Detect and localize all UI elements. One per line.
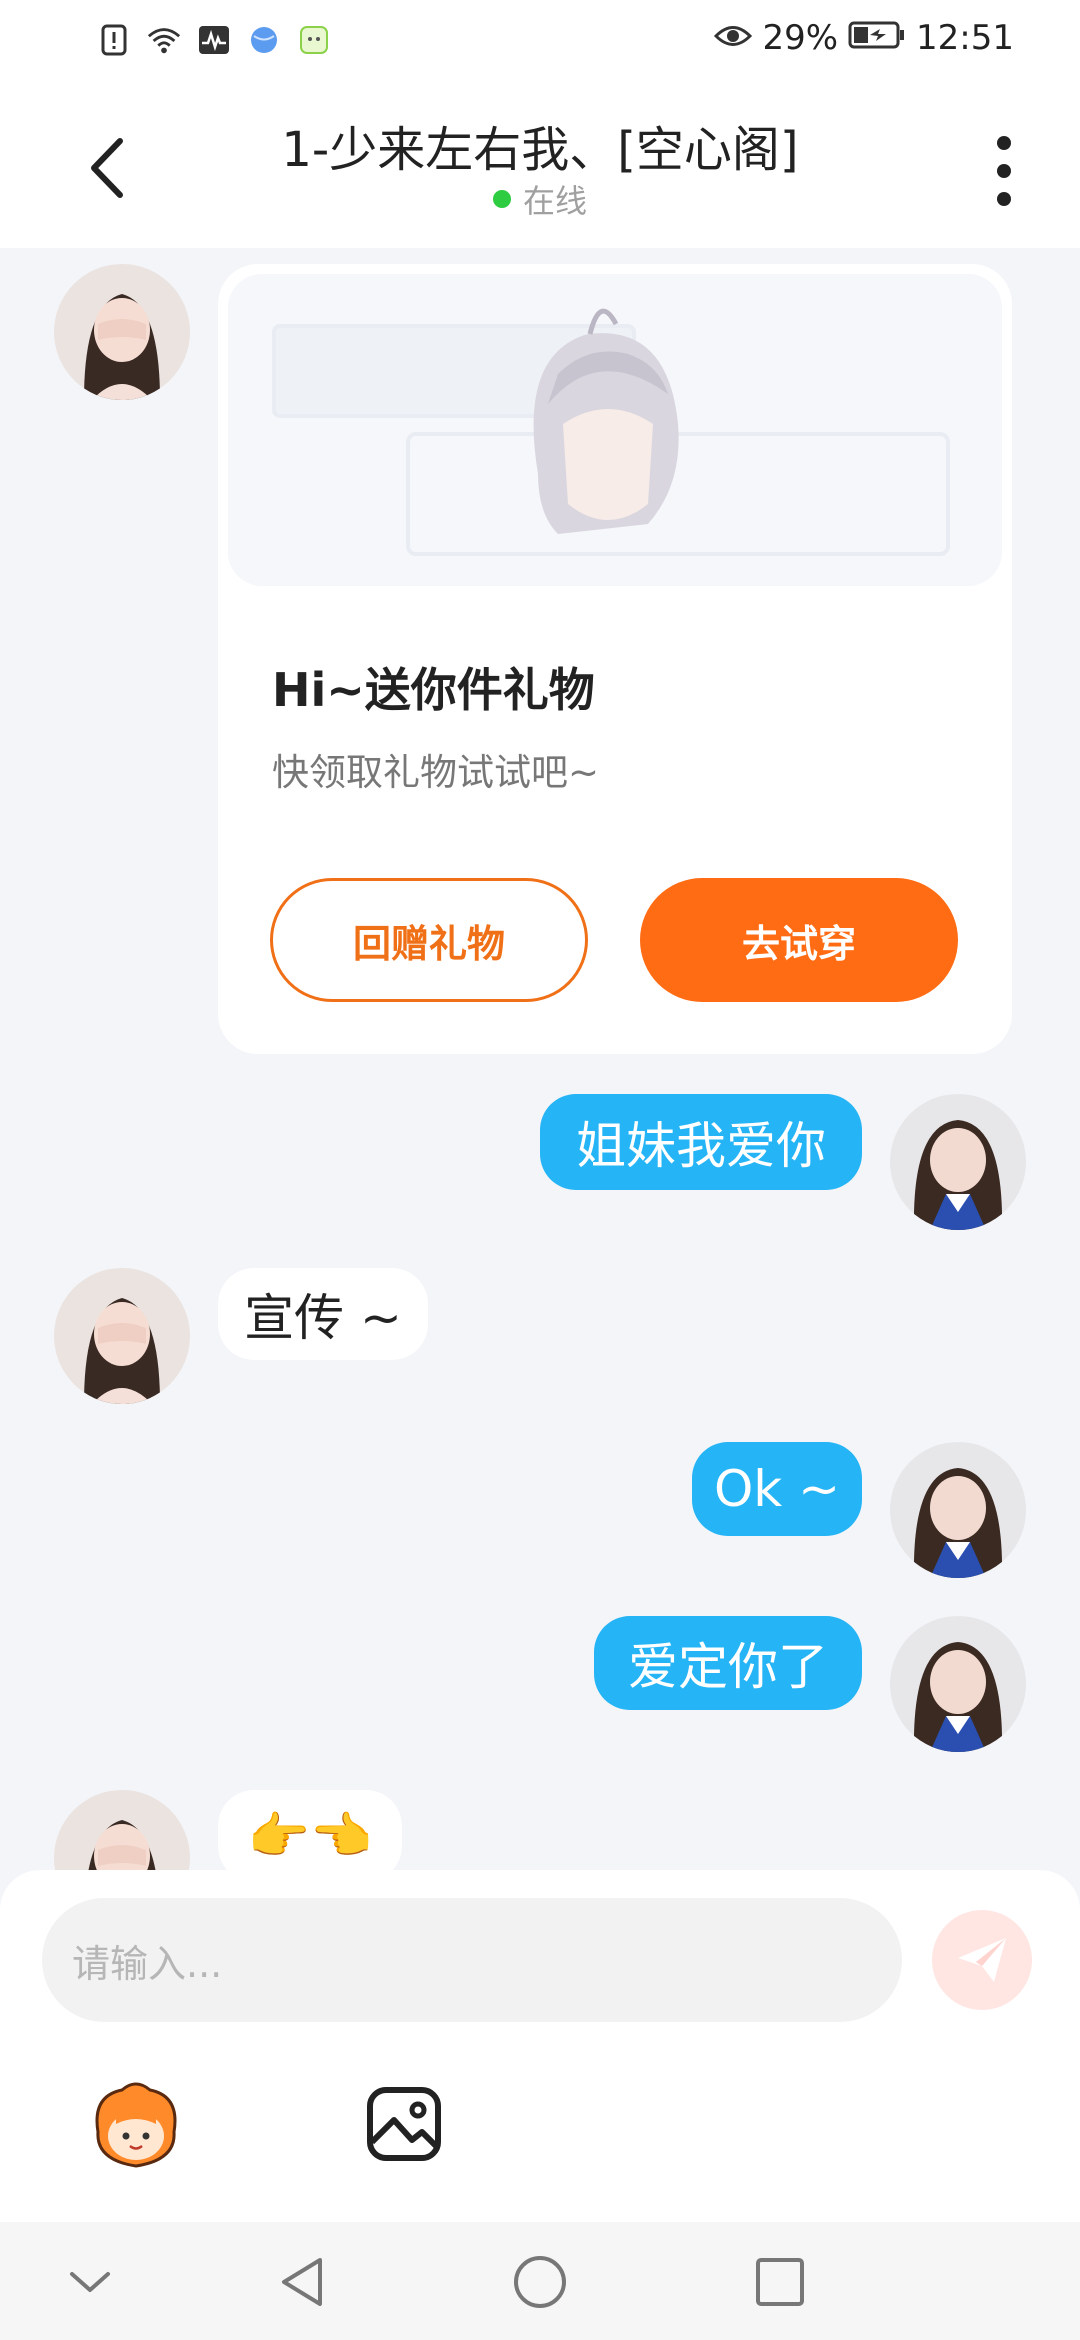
wifi-icon (146, 22, 182, 58)
message-bubble-outgoing[interactable]: Ok ~ (692, 1442, 862, 1536)
chat-header: 1-少来左右我、[空心阁] 在线 (0, 84, 1080, 248)
avatar-store-banner (228, 274, 1002, 586)
online-status: 在线 (0, 176, 1080, 222)
nav-hide-button[interactable] (58, 2250, 122, 2314)
status-icons-right: 29% 12:51 (714, 18, 1014, 58)
message-bubble-incoming[interactable]: 👉👈 (218, 1790, 402, 1870)
gift-card[interactable]: Hi~送你件礼物 快领取礼物试试吧~ 回赠礼物 去试穿 (218, 264, 1012, 1054)
online-dot-icon (492, 190, 511, 208)
battery-icon (848, 18, 906, 58)
message-bubble-incoming[interactable]: 宣传 ~ (218, 1268, 428, 1360)
try-on-button[interactable]: 去试穿 (640, 878, 958, 1002)
chat-area[interactable]: Hi~送你件礼物 快领取礼物试试吧~ 回赠礼物 去试穿 姐妹我爱你 宣传 ~ O… (0, 248, 1080, 1870)
more-dot (997, 192, 1011, 206)
battery-percent: 29% (762, 18, 839, 58)
nav-recents-button[interactable] (748, 2250, 812, 2314)
app-icon (296, 22, 332, 58)
more-dot (997, 136, 1011, 150)
more-dot (997, 164, 1011, 178)
chat-title: 1-少来左右我、[空心阁] (281, 122, 799, 178)
message-bubble-outgoing[interactable]: 姐妹我爱你 (540, 1094, 862, 1190)
my-avatar[interactable] (890, 1442, 1026, 1578)
status-icons-left (96, 22, 332, 58)
my-avatar[interactable] (890, 1616, 1026, 1752)
my-avatar[interactable] (890, 1094, 1026, 1230)
gift-card-title: Hi~送你件礼物 (272, 663, 595, 717)
activity-icon (196, 22, 232, 58)
nav-home-button[interactable] (508, 2250, 572, 2314)
message-input[interactable]: 请输入... (42, 1898, 902, 2022)
more-options-button[interactable] (984, 136, 1024, 206)
mascot-sticker-icon (95, 2082, 177, 2168)
message-bubble-outgoing[interactable]: 爱定你了 (594, 1616, 862, 1710)
contact-avatar[interactable] (54, 1268, 190, 1404)
image-icon (367, 2087, 441, 2161)
contact-avatar[interactable] (54, 264, 190, 400)
triangle-back-icon (282, 2258, 322, 2306)
send-button[interactable] (932, 1910, 1032, 2010)
notification-alert-icon (96, 22, 132, 58)
message-input-placeholder: 请输入... (72, 1941, 223, 1986)
contact-avatar[interactable] (54, 1790, 190, 1870)
sticker-button[interactable] (86, 2074, 186, 2174)
image-picker-button[interactable] (354, 2074, 454, 2174)
browser-icon (246, 22, 282, 58)
gift-card-subtitle: 快领取礼物试试吧~ (272, 751, 600, 794)
square-recents-icon (756, 2258, 804, 2306)
nav-back-button[interactable] (270, 2250, 334, 2314)
online-status-label: 在线 (522, 182, 587, 220)
send-icon (958, 1938, 1006, 1982)
system-nav-bar (0, 2222, 1080, 2340)
eye-icon (714, 18, 753, 58)
return-gift-button[interactable]: 回赠礼物 (270, 878, 588, 1002)
chevron-down-icon (70, 2272, 110, 2292)
input-panel: 请输入... (0, 1870, 1080, 2222)
status-bar: 29% 12:51 (0, 0, 1080, 84)
clock: 12:51 (916, 18, 1014, 58)
circle-home-icon (514, 2256, 566, 2308)
